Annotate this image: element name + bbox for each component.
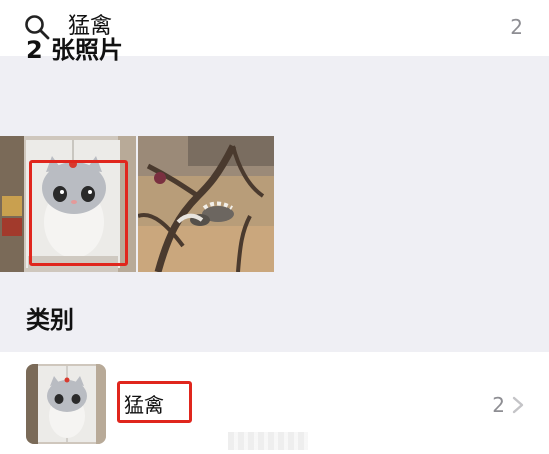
category-count: 2 [492,393,505,417]
highlight-box [117,381,192,423]
categories-section-title: 类别 [26,306,74,334]
cat-curtain-thumb-image [26,364,106,444]
highlight-box [29,160,128,266]
photo-thumbnail-cat-curtain[interactable] [0,136,136,272]
watermark [228,432,308,450]
photos-search-screen: 猛禽 2 2 张照片 类别 猛禽 2 [0,0,549,454]
search-result-count: 2 [510,15,523,39]
category-thumbnail [26,364,106,444]
lemurs-image [138,136,274,272]
photos-section-title: 2 张照片 [26,36,124,64]
photo-thumbnail-lemurs[interactable] [138,136,274,272]
chevron-right-icon [512,396,524,414]
